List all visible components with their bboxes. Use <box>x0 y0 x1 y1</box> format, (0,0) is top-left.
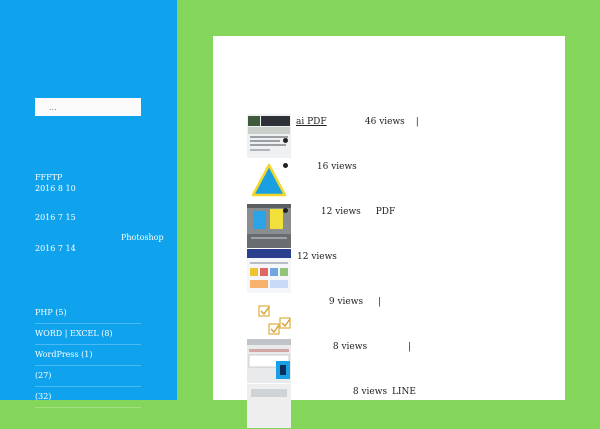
title-tail: LINE <box>391 387 416 397</box>
view-count: 16 views <box>316 162 357 172</box>
title-tail: | <box>407 342 411 352</box>
title-tail: | <box>415 117 419 127</box>
post-thumbnail[interactable] <box>247 114 291 158</box>
spreadsheet-thumbnail-image <box>247 114 291 158</box>
post-thumbnail[interactable] <box>247 339 291 383</box>
main-content: ai PDF 46 views | 16 views 12 views PDF … <box>213 36 565 428</box>
checkbox-thumbnail-image <box>247 294 291 338</box>
popular-post-link[interactable]: 8 views LINE <box>296 387 416 397</box>
view-count: 12 views <box>320 207 361 217</box>
popular-post-item[interactable]: 12 views PDF <box>247 204 547 249</box>
category-list: PHP (5) WORD | EXCEL (8) WordPress (1) (… <box>35 303 141 408</box>
post-thumbnail[interactable] <box>247 294 291 338</box>
view-count: 46 views <box>364 117 405 127</box>
recent-post[interactable]: Photoshop 2016 7 14 <box>35 232 164 254</box>
view-count: 8 views <box>352 387 388 397</box>
popular-post-item[interactable]: 8 views | <box>247 339 547 384</box>
category-item[interactable]: WORD | EXCEL (8) <box>35 324 141 345</box>
view-count: 8 views <box>332 342 368 352</box>
search-input[interactable] <box>35 98 141 116</box>
popular-post-link[interactable]: 12 views PDF <box>296 207 395 217</box>
webpage-thumbnail-image <box>247 249 291 293</box>
popular-post-item[interactable]: 12 views <box>247 249 547 294</box>
post-thumbnail[interactable] <box>247 249 291 293</box>
popular-post-item[interactable]: 8 views LINE <box>247 384 547 429</box>
popular-post-item[interactable]: 9 views | <box>247 294 547 339</box>
title-tail: | <box>377 297 381 307</box>
bullet <box>283 138 288 143</box>
post-thumbnail-image <box>247 384 291 428</box>
popular-post-link[interactable]: 9 views | <box>296 297 381 307</box>
screen-thumbnail-image <box>247 339 291 383</box>
recent-post[interactable]: FFFTP 2016 8 10 <box>35 172 141 194</box>
category-item[interactable]: PHP (5) <box>35 303 141 324</box>
category-item[interactable]: (27) <box>35 366 141 387</box>
popular-post-link[interactable]: 12 views <box>297 252 337 262</box>
title-tail: PDF <box>375 207 396 217</box>
view-count: 12 views <box>297 252 337 262</box>
recent-post-date: 2016 7 14 <box>35 244 76 253</box>
post-thumbnail[interactable] <box>247 384 291 428</box>
bullet <box>283 208 288 213</box>
popular-post-link[interactable]: 8 views | <box>296 342 411 352</box>
recent-post-title[interactable]: Photoshop <box>35 232 164 243</box>
popular-post-item[interactable]: 16 views <box>247 159 547 204</box>
recent-post-title[interactable]: FFFTP <box>35 172 141 183</box>
popular-post-link[interactable]: ai PDF 46 views | <box>296 117 419 127</box>
sidebar: FFFTP 2016 8 10 2016 7 15 Photoshop 2016… <box>0 0 177 408</box>
recent-post[interactable]: 2016 7 15 <box>35 212 141 223</box>
view-count: 9 views <box>328 297 364 307</box>
popular-post-item[interactable]: ai PDF 46 views | <box>247 114 547 159</box>
category-item[interactable]: (32) <box>35 387 141 408</box>
recent-post-date: 2016 7 15 <box>35 213 76 222</box>
popular-post-title[interactable]: ai PDF <box>296 117 362 127</box>
category-item[interactable]: WordPress (1) <box>35 345 141 366</box>
popular-post-link[interactable]: 16 views <box>296 162 357 172</box>
bullet <box>283 163 288 168</box>
recent-post-date: 2016 8 10 <box>35 184 76 193</box>
